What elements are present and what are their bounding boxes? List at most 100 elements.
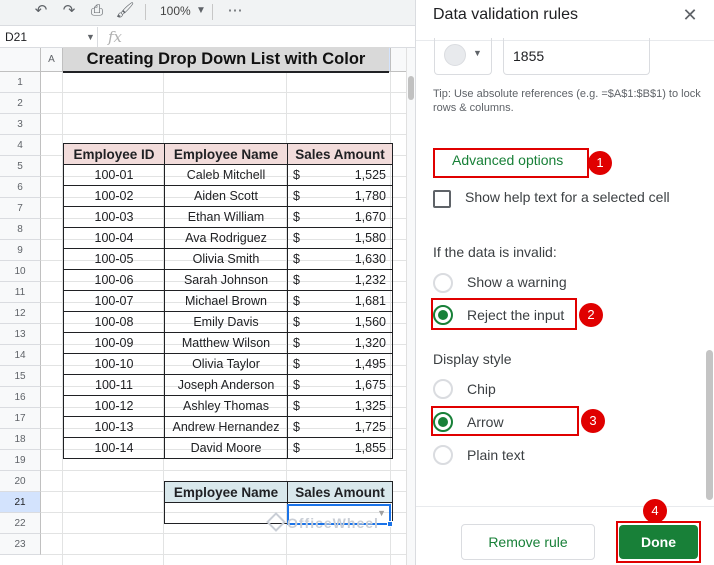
row-header[interactable]: 18 xyxy=(0,429,41,450)
radio-show-warning[interactable] xyxy=(433,273,453,293)
row-header[interactable]: 9 xyxy=(0,240,41,261)
done-button[interactable]: Done xyxy=(619,525,698,559)
row-header[interactable]: 19 xyxy=(0,450,41,471)
radio-reject-input-label[interactable]: Reject the input xyxy=(467,307,564,323)
employee-id-cell[interactable]: 100-10 xyxy=(63,353,165,375)
sales-amount-cell[interactable]: $1,525 xyxy=(287,164,393,186)
sales-amount-cell[interactable]: $1,630 xyxy=(287,248,393,270)
employee-name-cell[interactable]: Ava Rodriguez xyxy=(164,227,288,249)
help-text-label[interactable]: Show help text for a selected cell xyxy=(465,189,670,205)
color-picker-button[interactable]: ▼ xyxy=(434,38,492,75)
row-header[interactable]: 2 xyxy=(0,93,41,114)
row-header[interactable]: 6 xyxy=(0,177,41,198)
employee-name-cell[interactable]: Emily Davis xyxy=(164,311,288,333)
criteria-value-input[interactable]: 1855 xyxy=(503,38,650,75)
employee-name-cell[interactable]: Olivia Smith xyxy=(164,248,288,270)
radio-chip[interactable] xyxy=(433,379,453,399)
employee-id-cell[interactable]: 100-02 xyxy=(63,185,165,207)
radio-plain-text[interactable] xyxy=(433,445,453,465)
row-header[interactable]: 13 xyxy=(0,324,41,345)
employee-name-cell[interactable]: Andrew Hernandez xyxy=(164,416,288,438)
row-header[interactable]: 12 xyxy=(0,303,41,324)
column-header-a[interactable]: A xyxy=(41,48,63,72)
row-header[interactable]: 3 xyxy=(0,114,41,135)
radio-show-warning-label[interactable]: Show a warning xyxy=(467,274,567,290)
employee-id-cell[interactable]: 100-09 xyxy=(63,332,165,354)
employee-name-cell[interactable]: Michael Brown xyxy=(164,290,288,312)
paint-format-icon[interactable]: 🖌 xyxy=(112,0,138,24)
sales-amount-cell[interactable]: $1,560 xyxy=(287,311,393,333)
row-header[interactable]: 7 xyxy=(0,198,41,219)
remove-rule-button[interactable]: Remove rule xyxy=(461,524,595,560)
sales-amount-cell[interactable]: $1,675 xyxy=(287,374,393,396)
employee-name-cell[interactable]: Olivia Taylor xyxy=(164,353,288,375)
radio-chip-label[interactable]: Chip xyxy=(467,381,496,397)
radio-reject-input[interactable] xyxy=(433,305,453,325)
advanced-options-button[interactable]: Advanced options xyxy=(452,152,563,168)
employee-id-cell[interactable]: 100-04 xyxy=(63,227,165,249)
sales-amount-cell[interactable]: $1,670 xyxy=(287,206,393,228)
radio-arrow-label[interactable]: Arrow xyxy=(467,414,504,430)
employee-id-cell[interactable]: 100-03 xyxy=(63,206,165,228)
row-header[interactable]: 23 xyxy=(0,534,41,555)
row-header[interactable]: 11 xyxy=(0,282,41,303)
row-header[interactable]: 5 xyxy=(0,156,41,177)
print-icon[interactable]: ⎙ xyxy=(84,0,110,24)
employee-name-cell[interactable]: Sarah Johnson xyxy=(164,269,288,291)
employee-name-cell[interactable]: Aiden Scott xyxy=(164,185,288,207)
employee-id-cell[interactable]: 100-14 xyxy=(63,437,165,459)
header-employee-id[interactable]: Employee ID xyxy=(63,143,165,165)
employee-id-cell[interactable]: 100-01 xyxy=(63,164,165,186)
employee-name-cell[interactable]: Matthew Wilson xyxy=(164,332,288,354)
row-header[interactable]: 15 xyxy=(0,366,41,387)
employee-name-cell[interactable]: Joseph Anderson xyxy=(164,374,288,396)
select-all-corner[interactable] xyxy=(0,48,41,72)
row-header[interactable]: 1 xyxy=(0,72,41,93)
row-header[interactable]: 20 xyxy=(0,471,41,492)
radio-plain-text-label[interactable]: Plain text xyxy=(467,447,525,463)
header-sales-amount[interactable]: Sales Amount xyxy=(287,143,393,165)
more-icon[interactable]: ⋯ xyxy=(222,0,248,24)
sales-amount-cell[interactable]: $1,325 xyxy=(287,395,393,417)
summary-header-sales[interactable]: Sales Amount xyxy=(287,481,393,503)
row-header[interactable]: 14 xyxy=(0,345,41,366)
close-icon[interactable]: ✕ xyxy=(679,4,701,26)
undo-icon[interactable]: ↶ xyxy=(28,0,54,24)
employee-id-cell[interactable]: 100-07 xyxy=(63,290,165,312)
sales-amount-cell[interactable]: $1,232 xyxy=(287,269,393,291)
sales-amount-cell[interactable]: $1,320 xyxy=(287,332,393,354)
help-text-checkbox[interactable] xyxy=(433,190,451,208)
employee-id-cell[interactable]: 100-11 xyxy=(63,374,165,396)
employee-name-cell[interactable]: Ethan William xyxy=(164,206,288,228)
header-employee-name[interactable]: Employee Name xyxy=(164,143,288,165)
employee-id-cell[interactable]: 100-08 xyxy=(63,311,165,333)
row-header[interactable]: 8 xyxy=(0,219,41,240)
sales-amount-cell[interactable]: $1,725 xyxy=(287,416,393,438)
sales-amount-cell[interactable]: $1,855 xyxy=(287,437,393,459)
chevron-down-icon[interactable]: ▼ xyxy=(196,0,206,24)
radio-arrow[interactable] xyxy=(433,412,453,432)
sheet-scrollbar[interactable] xyxy=(406,48,415,565)
panel-scrollbar-thumb[interactable] xyxy=(706,350,713,500)
employee-id-cell[interactable]: 100-13 xyxy=(63,416,165,438)
row-header[interactable]: 21 xyxy=(0,492,41,513)
sales-amount-cell[interactable]: $1,580 xyxy=(287,227,393,249)
name-box[interactable]: D21 xyxy=(0,27,98,48)
sheet-scrollbar-thumb[interactable] xyxy=(408,76,414,100)
sales-amount-cell[interactable]: $1,495 xyxy=(287,353,393,375)
sales-amount-cell[interactable]: $1,780 xyxy=(287,185,393,207)
summary-header-name[interactable]: Employee Name xyxy=(164,481,288,503)
row-header[interactable]: 17 xyxy=(0,408,41,429)
redo-icon[interactable]: ↷ xyxy=(56,0,82,24)
row-header[interactable]: 10 xyxy=(0,261,41,282)
employee-name-cell[interactable]: Ashley Thomas xyxy=(164,395,288,417)
employee-name-cell[interactable]: Caleb Mitchell xyxy=(164,164,288,186)
fill-handle[interactable] xyxy=(387,521,393,527)
employee-name-cell[interactable]: David Moore xyxy=(164,437,288,459)
employee-id-cell[interactable]: 100-12 xyxy=(63,395,165,417)
zoom-select[interactable]: 100% xyxy=(160,0,191,24)
sales-amount-cell[interactable]: $1,681 xyxy=(287,290,393,312)
employee-id-cell[interactable]: 100-06 xyxy=(63,269,165,291)
chevron-down-icon[interactable]: ▼ xyxy=(86,27,95,48)
row-header[interactable]: 16 xyxy=(0,387,41,408)
